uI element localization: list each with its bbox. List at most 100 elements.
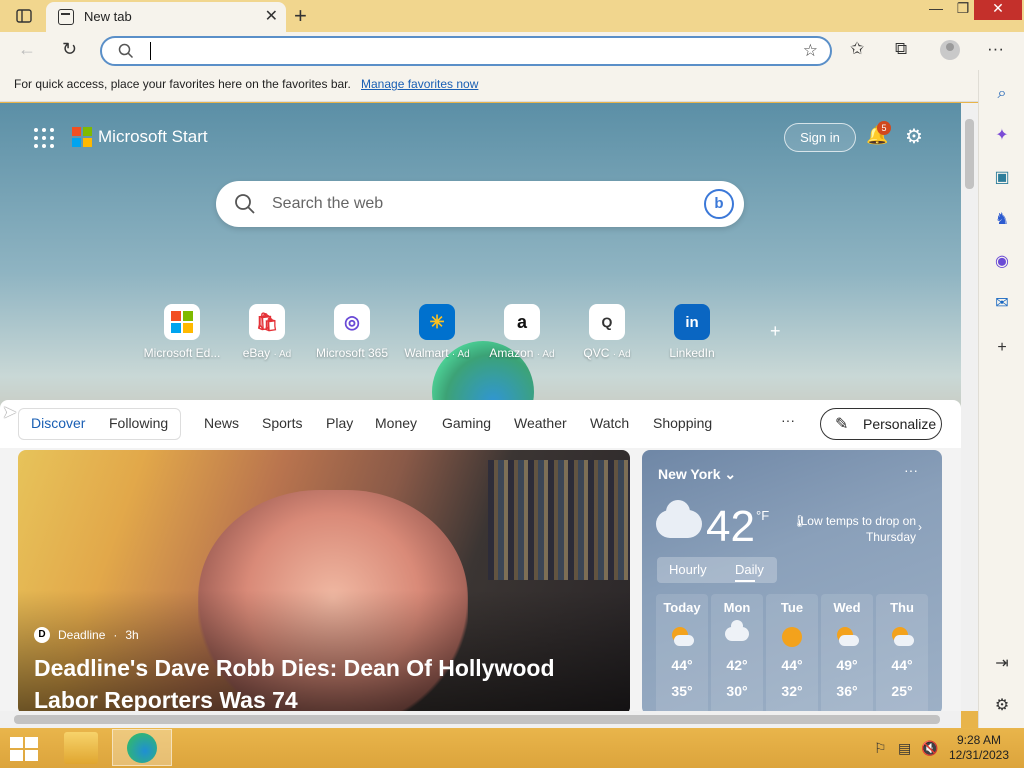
close-window-button[interactable]: ✕ (974, 0, 1022, 20)
quick-link-walmart[interactable]: ✳ Walmart · Ad (395, 304, 479, 360)
microsoft-365-icon[interactable]: ◉ (992, 252, 1012, 272)
tab-close-icon[interactable]: ✕ (265, 6, 278, 26)
tab-new-tab[interactable]: New tab ✕ (46, 2, 286, 32)
add-favorite-icon[interactable]: ☆ (803, 41, 818, 61)
shopping-icon[interactable]: ▣ (992, 168, 1012, 188)
ad-label: · Ad (451, 349, 470, 360)
bing-chat-icon[interactable]: b (704, 189, 734, 219)
hero-article-card[interactable]: D Deadline · 3h Deadline's Dave Robb Die… (18, 450, 630, 715)
quick-link-ebay[interactable]: 🛍 eBay · Ad (225, 304, 309, 360)
tab-following[interactable]: Following (109, 415, 168, 431)
scroll-thumb[interactable] (14, 715, 940, 724)
weather-more-icon[interactable]: ··· (904, 462, 918, 478)
quick-link-amazon[interactable]: a Amazon · Ad (480, 304, 564, 360)
page-settings-gear-icon[interactable]: ⚙ (905, 124, 923, 149)
mouse-cursor: ➤ (2, 402, 18, 422)
low-temp: 32° (781, 683, 803, 699)
weather-city[interactable]: New York ⌄ (658, 466, 736, 483)
sign-in-button[interactable]: Sign in (784, 123, 856, 152)
forecast-day[interactable]: Thu 44° 25° (876, 594, 928, 714)
tab-actions-button[interactable] (12, 6, 36, 26)
games-icon[interactable]: ♞ (992, 210, 1012, 230)
restore-button[interactable]: ❐ (952, 0, 974, 22)
quick-link-label: Microsoft 365 (315, 346, 389, 360)
edge-taskbar-button[interactable] (112, 729, 172, 766)
address-bar[interactable]: ☆ (100, 36, 832, 66)
system-clock[interactable]: 9:28 AM 12/31/2023 (944, 733, 1014, 763)
partly-cloudy-icon (835, 627, 859, 647)
chevron-right-icon[interactable]: › (918, 520, 922, 534)
temperature-unit: °F (756, 508, 770, 523)
quick-links: Microsoft Ed... 🛍 eBay · Ad ◎ Microsoft … (140, 304, 800, 368)
forecast-day[interactable]: Today 44° 35° (656, 594, 708, 714)
add-sidebar-app-icon[interactable]: + (992, 338, 1012, 358)
tab-hourly[interactable]: Hourly (669, 562, 707, 577)
start-button[interactable] (10, 737, 38, 761)
quick-link-qvc[interactable]: Q QVC · Ad (565, 304, 649, 360)
nav-watch[interactable]: Watch (590, 415, 629, 431)
forecast-day[interactable]: Mon 42° 30° (711, 594, 763, 714)
sidebar-toggle-icon (16, 9, 32, 23)
forecast-day[interactable]: Wed 49° 36° (821, 594, 873, 714)
hide-sidebar-icon[interactable]: ⇥ (992, 654, 1012, 674)
current-temperature: 42 (706, 502, 755, 551)
article-title[interactable]: Deadline's Dave Robb Dies: Dean Of Holly… (34, 652, 594, 715)
sidebar-search-icon[interactable]: ⌕ (992, 84, 1012, 104)
more-nav-icon[interactable]: ··· (781, 412, 795, 428)
nav-weather[interactable]: Weather (514, 415, 567, 431)
quick-link-linkedin[interactable]: in LinkedIn (650, 304, 734, 360)
volume-muted-icon[interactable]: 🔇 (921, 740, 938, 757)
flag-icon[interactable]: ⚐ (874, 740, 887, 757)
nav-shopping[interactable]: Shopping (653, 415, 712, 431)
add-quick-link-button[interactable]: + (770, 321, 781, 342)
edge-icon (127, 733, 157, 763)
back-button[interactable]: ← (18, 39, 36, 60)
nav-play[interactable]: Play (326, 415, 353, 431)
quick-link-microsoft-365[interactable]: ◎ Microsoft 365 (310, 304, 394, 360)
low-temp: 35° (671, 683, 693, 699)
collections-icon[interactable]: ⧉ (895, 39, 907, 59)
sidebar-settings-icon[interactable]: ⚙ (992, 696, 1012, 716)
personalize-button[interactable]: ✎ Personalize (820, 408, 942, 440)
web-search-box[interactable]: Search the web b (216, 181, 744, 227)
source-logo-icon: D (34, 627, 50, 643)
walmart-spark-icon: ✳ (419, 304, 455, 340)
network-icon[interactable]: ▤ (898, 740, 911, 757)
search-placeholder: Search the web (272, 195, 384, 212)
high-temp: 42° (726, 657, 748, 673)
forecast-day[interactable]: Tue 44° 32° (766, 594, 818, 714)
file-explorer-icon[interactable] (64, 732, 98, 764)
copilot-icon[interactable]: ✦ (992, 126, 1012, 146)
nav-sports[interactable]: Sports (262, 415, 302, 431)
brand-name[interactable]: Microsoft Start (98, 127, 208, 147)
nav-news[interactable]: News (204, 415, 239, 431)
outlook-icon[interactable]: ✉ (992, 294, 1012, 314)
favorites-icon[interactable]: ✩ (850, 39, 864, 59)
nav-gaming[interactable]: Gaming (442, 415, 491, 431)
nav-money[interactable]: Money (375, 415, 417, 431)
quick-link-microsoft-edge[interactable]: Microsoft Ed... (140, 304, 224, 360)
weather-alert[interactable]: Low temps to drop on Thursday (792, 513, 916, 545)
horizontal-scrollbar[interactable] (0, 711, 961, 728)
scroll-thumb[interactable] (965, 119, 974, 189)
tab-discover[interactable]: Discover (31, 415, 85, 431)
manage-favorites-link[interactable]: Manage favorites now (361, 77, 478, 91)
settings-more-icon[interactable]: ··· (987, 39, 1004, 59)
new-tab-button[interactable]: + (294, 3, 307, 29)
minimize-button[interactable]: — (920, 0, 952, 22)
app-launcher-icon[interactable] (34, 128, 54, 148)
vertical-scrollbar[interactable] (961, 103, 978, 711)
shopping-bag-icon: 🛍 (249, 304, 285, 340)
high-temp: 44° (891, 657, 913, 673)
article-source: D Deadline · 3h (34, 627, 139, 643)
microsoft-logo-icon (72, 127, 92, 147)
clock-date: 12/31/2023 (948, 748, 1010, 762)
weather-card[interactable]: New York ⌄ ··· 42 °F 🌡 Low temps to drop… (642, 450, 942, 715)
refresh-button[interactable]: ↻ (62, 39, 77, 60)
text-caret (150, 42, 151, 60)
feed-navigation: Discover Following News Sports Play Mone… (0, 400, 961, 448)
tab-daily[interactable]: Daily (735, 562, 764, 577)
profile-avatar[interactable] (940, 40, 960, 60)
day-name: Today (663, 600, 701, 615)
linkedin-icon: in (674, 304, 710, 340)
